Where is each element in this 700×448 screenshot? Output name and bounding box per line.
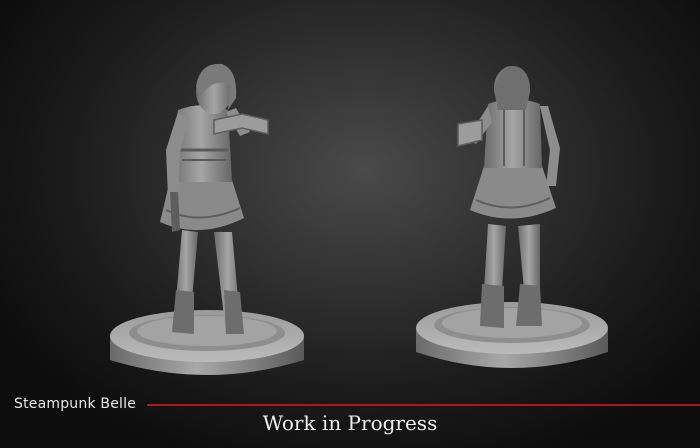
back-figure bbox=[416, 66, 608, 368]
model-title: Steampunk Belle bbox=[14, 396, 137, 412]
render-scene: Steampunk Belle Work in Progress bbox=[0, 0, 700, 448]
accent-divider bbox=[147, 404, 700, 406]
status-caption: Work in Progress bbox=[262, 411, 438, 435]
front-figure bbox=[110, 63, 304, 375]
sculpt-render bbox=[110, 63, 608, 375]
